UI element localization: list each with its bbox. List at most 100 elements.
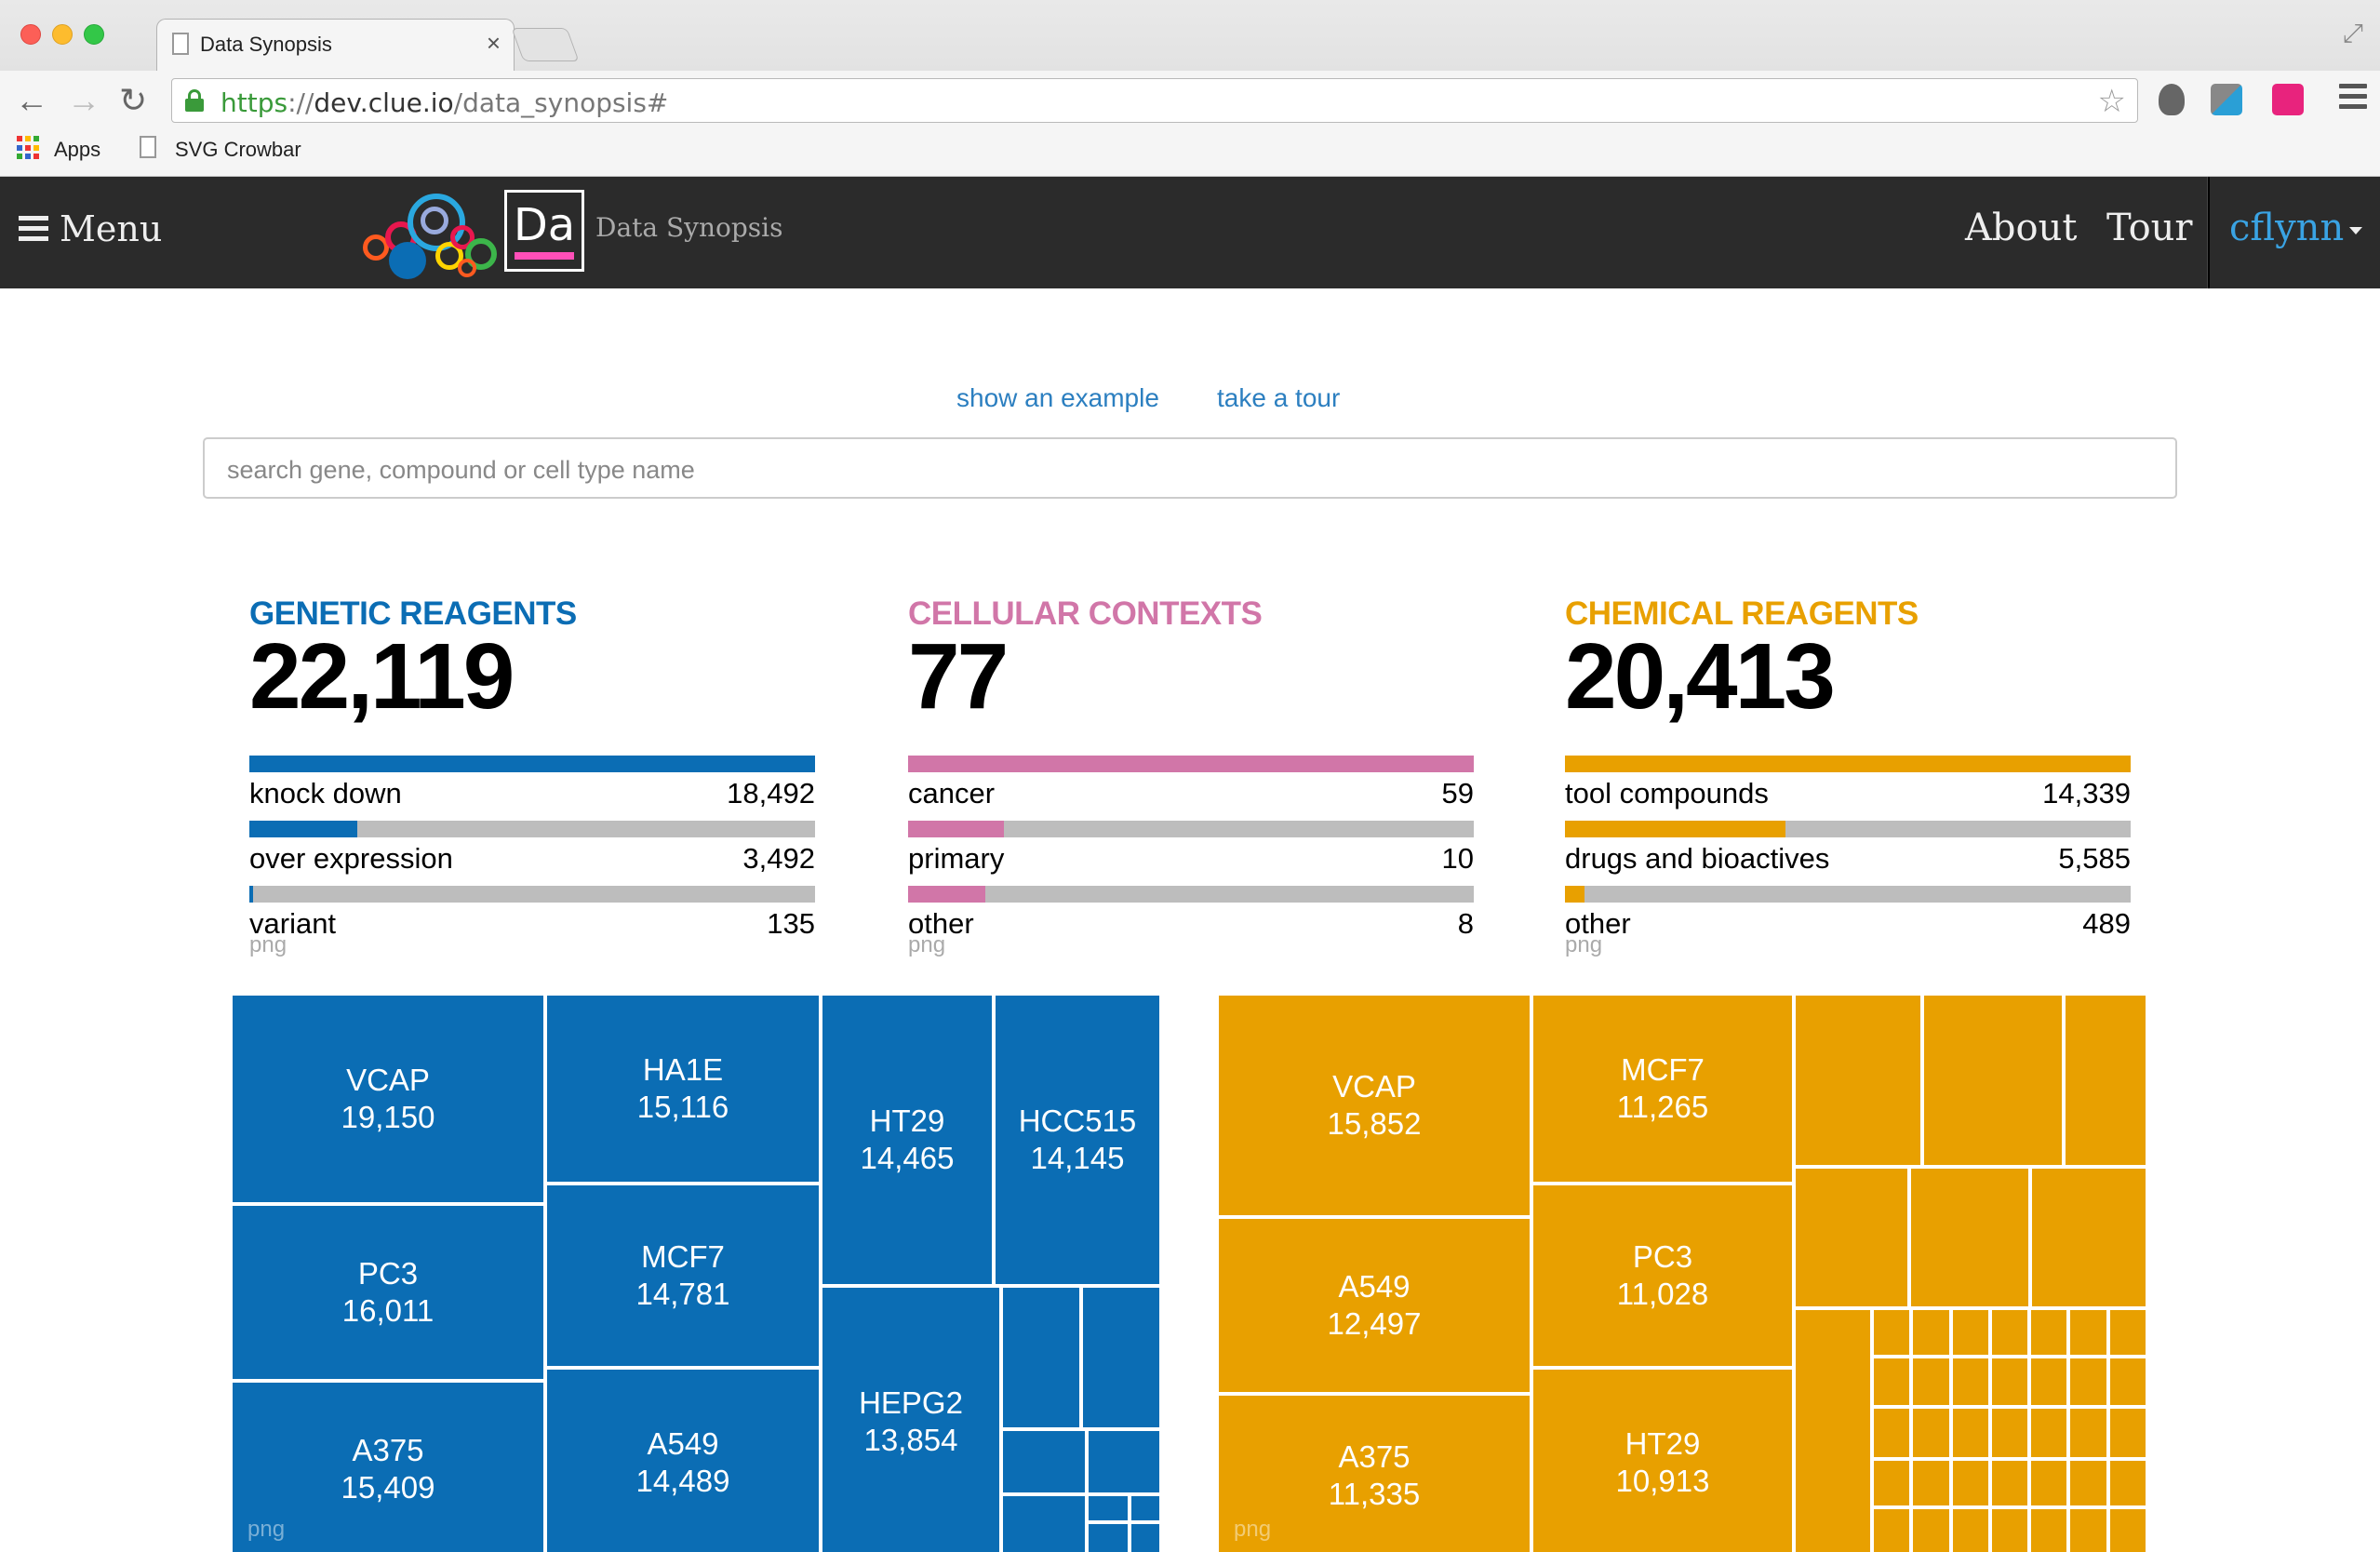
- back-icon[interactable]: ←: [15, 82, 48, 119]
- treemap-small-cell[interactable]: [1989, 1459, 2030, 1507]
- minimize-window-button[interactable]: [52, 24, 73, 45]
- treemap-small-cell[interactable]: [1872, 1357, 1912, 1407]
- treemap-small-cell[interactable]: [1872, 1308, 1912, 1357]
- tab-close-icon[interactable]: ×: [487, 29, 501, 58]
- treemap-small-cell[interactable]: [1911, 1308, 1951, 1357]
- treemap-cell[interactable]: HCC515 14,145: [994, 994, 1161, 1286]
- treemap-small-cell[interactable]: [2068, 1357, 2108, 1407]
- treemap-small-cell[interactable]: [1001, 1286, 1081, 1429]
- zoom-window-button[interactable]: [84, 24, 104, 45]
- stat-row[interactable]: drugs and bioactives 5,585: [1565, 821, 2131, 886]
- treemap-cell[interactable]: HA1E 15,116: [545, 994, 821, 1184]
- treemap-small-cell[interactable]: [2107, 1357, 2147, 1407]
- treemap-cell[interactable]: A549 14,489: [545, 1368, 821, 1552]
- treemap-small-cell[interactable]: [1794, 994, 1922, 1167]
- treemap-cell[interactable]: HEPG2 13,854: [821, 1286, 1001, 1552]
- treemap-small-cell[interactable]: [2107, 1407, 2147, 1459]
- fullscreen-icon[interactable]: ⤢: [2343, 19, 2363, 49]
- treemap-small-cell[interactable]: [2107, 1308, 2147, 1357]
- treemap-small-cell[interactable]: [1130, 1522, 1161, 1552]
- treemap-small-cell[interactable]: [2029, 1308, 2069, 1357]
- treemap-small-cell[interactable]: [1081, 1286, 1161, 1429]
- treemap-small-cell[interactable]: [1001, 1494, 1087, 1552]
- treemap-small-cell[interactable]: [1950, 1459, 1990, 1507]
- nav-about-link[interactable]: About: [1965, 207, 2077, 249]
- treemap-small-cell[interactable]: [2029, 1357, 2069, 1407]
- clue-logo-icon[interactable]: [361, 194, 499, 279]
- treemap-small-cell[interactable]: [2107, 1459, 2147, 1507]
- browser-tab[interactable]: Data Synopsis ×: [156, 19, 515, 71]
- treemap-cell[interactable]: MCF7 14,781: [545, 1184, 821, 1368]
- treemap-cell[interactable]: HT29 10,913: [1531, 1368, 1794, 1552]
- treemap-cell[interactable]: PC3 16,011: [231, 1204, 545, 1381]
- treemap-small-cell[interactable]: [1911, 1407, 1951, 1459]
- treemap-small-cell[interactable]: [2064, 994, 2147, 1167]
- show-example-link[interactable]: show an example: [956, 383, 1159, 413]
- treemap-small-cell[interactable]: [1794, 1308, 1872, 1552]
- stat-row[interactable]: tool compounds 14,339: [1565, 756, 2131, 821]
- treemap-cell[interactable]: VCAP 15,852: [1217, 994, 1531, 1217]
- treemap-small-cell[interactable]: [1872, 1507, 1912, 1552]
- bookmark-star-icon[interactable]: ☆: [2098, 83, 2126, 120]
- treemap-small-cell[interactable]: [1989, 1507, 2030, 1552]
- treemap-small-cell[interactable]: [1950, 1308, 1990, 1357]
- treemap-small-cell[interactable]: [1950, 1407, 1990, 1459]
- treemap-small-cell[interactable]: [1911, 1459, 1951, 1507]
- treemap-small-cell[interactable]: [2068, 1407, 2108, 1459]
- treemap-cell[interactable]: VCAP 19,150: [231, 994, 545, 1204]
- treemap-small-cell[interactable]: [2068, 1507, 2108, 1552]
- treemap-small-cell[interactable]: [1911, 1507, 1951, 1552]
- stat-row[interactable]: other 489: [1565, 886, 2131, 951]
- stat-row[interactable]: over expression 3,492: [249, 821, 815, 886]
- stat-row[interactable]: variant 135: [249, 886, 815, 951]
- treemap-small-cell[interactable]: [2029, 1507, 2069, 1552]
- treemap-small-cell[interactable]: [1087, 1429, 1161, 1494]
- treemap-small-cell[interactable]: [2030, 1167, 2147, 1308]
- bookmark-svg-crowbar[interactable]: SVG Crowbar: [175, 138, 301, 162]
- take-tour-link[interactable]: take a tour: [1217, 383, 1340, 413]
- treemap-small-cell[interactable]: [1130, 1494, 1161, 1522]
- camera-extension-icon[interactable]: [2272, 84, 2304, 115]
- treemap-small-cell[interactable]: [1989, 1407, 2030, 1459]
- treemap-small-cell[interactable]: [1001, 1429, 1087, 1494]
- treemap-small-cell[interactable]: [1950, 1357, 1990, 1407]
- apps-grid-icon[interactable]: [17, 136, 41, 160]
- treemap-small-cell[interactable]: [1911, 1357, 1951, 1407]
- treemap-cell[interactable]: HT29 14,465: [821, 994, 994, 1286]
- stat-row[interactable]: primary 10: [908, 821, 1474, 886]
- treemap-small-cell[interactable]: [1922, 994, 2064, 1167]
- treemap-small-cell[interactable]: [2068, 1308, 2108, 1357]
- search-input[interactable]: search gene, compound or cell type name: [203, 437, 2177, 499]
- stat-row[interactable]: cancer 59: [908, 756, 1474, 821]
- treemap-small-cell[interactable]: [2068, 1459, 2108, 1507]
- treemap-small-cell[interactable]: [1909, 1167, 2030, 1308]
- da-logo[interactable]: Da: [504, 190, 584, 272]
- reload-icon[interactable]: ↻: [119, 82, 147, 119]
- evernote-extension-icon[interactable]: [2159, 84, 2185, 115]
- treemap-small-cell[interactable]: [1872, 1407, 1912, 1459]
- eyedropper-extension-icon[interactable]: [2211, 84, 2242, 115]
- treemap-cell[interactable]: PC3 11,028: [1531, 1184, 1794, 1368]
- new-tab-button[interactable]: [511, 28, 580, 61]
- treemap-small-cell[interactable]: [1087, 1494, 1130, 1522]
- user-menu[interactable]: cflynn: [2229, 207, 2363, 249]
- close-window-button[interactable]: [20, 24, 41, 45]
- treemap-small-cell[interactable]: [2029, 1407, 2069, 1459]
- treemap-small-cell[interactable]: [1989, 1357, 2030, 1407]
- treemap-small-cell[interactable]: [1989, 1308, 2030, 1357]
- treemap-small-cell[interactable]: [1087, 1522, 1130, 1552]
- menu-button[interactable]: Menu: [19, 208, 162, 249]
- treemap-cell[interactable]: A549 12,497: [1217, 1217, 1531, 1394]
- png-export-link[interactable]: png: [247, 1517, 285, 1543]
- treemap-small-cell[interactable]: [1794, 1167, 1909, 1308]
- bookmark-apps[interactable]: Apps: [54, 138, 100, 162]
- treemap-small-cell[interactable]: [1950, 1507, 1990, 1552]
- address-bar[interactable]: https://dev.clue.io/data_synopsis# ☆: [171, 78, 2138, 123]
- stat-row[interactable]: knock down 18,492: [249, 756, 815, 821]
- treemap-small-cell[interactable]: [2029, 1459, 2069, 1507]
- forward-icon[interactable]: →: [67, 82, 100, 119]
- png-export-link[interactable]: png: [1234, 1517, 1271, 1543]
- stat-row[interactable]: other 8: [908, 886, 1474, 951]
- treemap-cell[interactable]: MCF7 11,265: [1531, 994, 1794, 1184]
- chrome-menu-icon[interactable]: [2339, 84, 2367, 110]
